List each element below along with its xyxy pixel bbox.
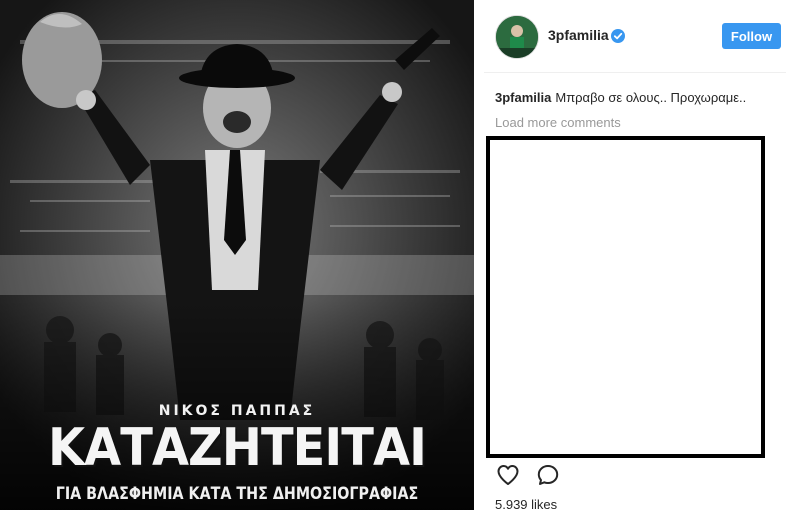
comment-icon[interactable] xyxy=(536,463,560,487)
caption-text: Μπραβο σε ολους.. Προχωραμε.. xyxy=(555,90,747,105)
load-more-comments-link[interactable]: Load more comments xyxy=(495,115,621,130)
verified-badge-icon xyxy=(611,29,625,43)
caption-username[interactable]: 3pfamilia xyxy=(495,90,551,105)
follow-button[interactable]: Follow xyxy=(722,23,781,49)
header-divider xyxy=(484,72,786,73)
embedded-content-placeholder xyxy=(486,136,765,458)
avatar[interactable] xyxy=(495,15,539,59)
poster-headline: ΚΑΤΑΖΗΤΕΙΤΑΙ xyxy=(47,418,427,478)
avatar-image xyxy=(496,16,538,58)
poster-name-line: ΝΙΚΟΣ ΠΑΠΠΑΣ xyxy=(158,403,316,419)
poster-subline: ΓΙΑ ΒΛΑΣΦΗΜΙΑ ΚΑΤΑ ΤΗΣ ΔΗΜΟΣΙΟΓΡΑΦΙΑΣ xyxy=(55,484,419,504)
header-username[interactable]: 3pfamilia xyxy=(548,27,609,43)
post-image[interactable]: ΝΙΚΟΣ ΠΑΠΠΑΣ ΚΑΤΑΖΗΤΕΙΤΑΙ ΓΙΑ ΒΛΑΣΦΗΜΙΑ … xyxy=(0,0,474,510)
heart-icon[interactable] xyxy=(496,463,520,487)
post-caption: 3pfamilia Μπραβο σε ολους.. Προχωραμε.. xyxy=(495,90,746,105)
